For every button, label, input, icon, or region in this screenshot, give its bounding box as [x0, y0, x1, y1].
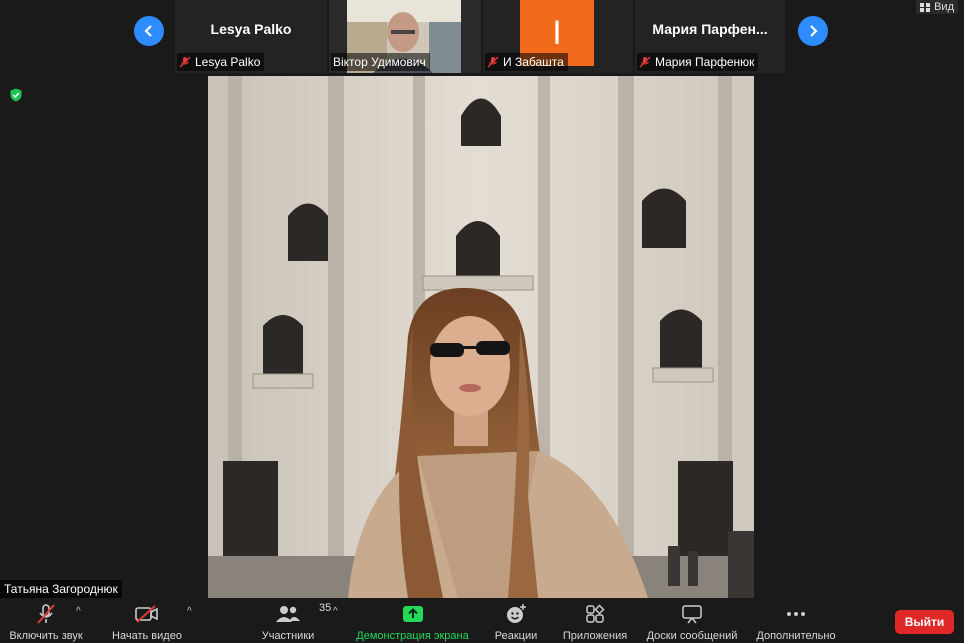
apps-icon [586, 604, 605, 623]
participants-count: 35 [319, 602, 332, 614]
participants-icon [276, 606, 300, 622]
participant-big-name: Lesya Palko [210, 21, 292, 37]
filmstrip-prev-button[interactable] [134, 16, 164, 46]
mic-muted-icon [487, 56, 499, 68]
zoom-meeting-window: Lesya Palko Lesya Palko Віктор Удимович … [0, 0, 964, 643]
participant-label: Віктор Удимович [331, 53, 430, 71]
participant-name: И Забашта [503, 55, 564, 69]
participants-options-caret[interactable]: ^ [333, 606, 338, 617]
share-screen-label: Демонстрация экрана [356, 630, 469, 642]
mic-muted-icon [639, 56, 651, 68]
participant-label: Lesya Palko [177, 53, 265, 71]
participant-label: И Забашта [485, 53, 568, 71]
participant-label: Мария Парфенюк [637, 53, 759, 71]
video-off-icon [135, 605, 158, 623]
participant-tile-lesya-palko[interactable]: Lesya Palko Lesya Palko [175, 0, 327, 73]
more-label: Дополнительно [756, 630, 836, 642]
participant-tile-viktor[interactable]: Віктор Удимович [329, 0, 481, 73]
avatar-letter: І [552, 13, 562, 52]
shared-photo [208, 76, 754, 598]
main-video-feed [208, 76, 754, 598]
start-video-label: Начать видео [112, 630, 182, 642]
mic-muted-icon [37, 604, 55, 624]
active-speaker-name: Татьяна Загороднюк [0, 580, 122, 598]
video-options-caret[interactable]: ^ [187, 606, 192, 617]
participant-big-name: Мария Парфен... [652, 21, 768, 37]
emoji-reaction-icon [507, 604, 526, 623]
meeting-toolbar: Включить звук ^ Начать видео ^ 35 Участн… [0, 598, 964, 643]
chevron-right-icon [810, 25, 818, 37]
unmute-button[interactable]: Включить звук [6, 602, 86, 642]
start-video-button[interactable]: Начать видео [110, 602, 184, 642]
participant-tile-zabashta[interactable]: І И Забашта [483, 0, 633, 73]
mic-muted-icon [179, 56, 191, 68]
whiteboards-label: Доски сообщений [646, 630, 738, 642]
reactions-button[interactable]: Реакции [493, 602, 539, 642]
participant-name: Віктор Удимович [333, 55, 426, 69]
whiteboard-icon [682, 605, 702, 624]
audio-options-caret[interactable]: ^ [76, 606, 81, 617]
more-button[interactable]: Дополнительно [754, 602, 838, 642]
participants-button[interactable]: 35 Участники [258, 602, 332, 642]
chevron-left-icon [144, 25, 152, 37]
participants-label: Участники [261, 630, 315, 642]
more-dots-icon [787, 612, 805, 616]
share-screen-button[interactable]: Демонстрация экрана [355, 602, 470, 642]
participant-name: Lesya Palko [195, 55, 261, 69]
participant-tile-maria[interactable]: Мария Парфен... Мария Парфенюк [635, 0, 785, 73]
unmute-label: Включить звук [9, 630, 83, 642]
grid-view-icon [920, 2, 931, 12]
apps-label: Приложения [562, 630, 628, 642]
share-screen-icon [402, 606, 423, 622]
participant-name: Мария Парфенюк [655, 55, 755, 69]
apps-button[interactable]: Приложения [560, 602, 630, 642]
encryption-shield-icon[interactable] [9, 88, 23, 102]
filmstrip-next-button[interactable] [798, 16, 828, 46]
leave-meeting-button[interactable]: Выйти [895, 610, 954, 634]
whiteboards-button[interactable]: Доски сообщений [643, 602, 741, 642]
reactions-label: Реакции [494, 630, 538, 642]
view-label: Вид [934, 1, 954, 13]
view-menu-button[interactable]: Вид [916, 0, 958, 14]
